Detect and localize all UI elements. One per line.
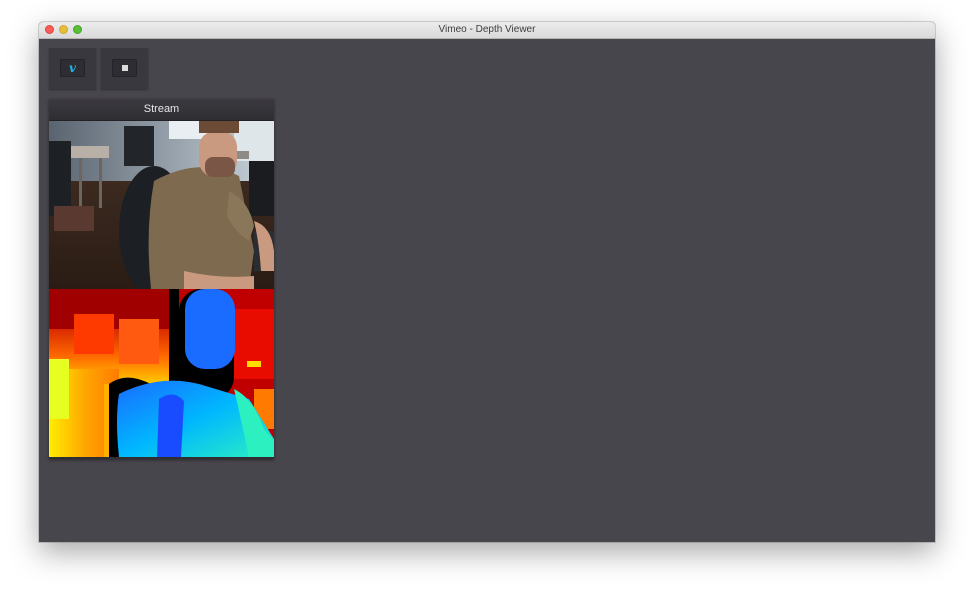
desktop: Vimeo - Depth Viewer v Stream	[0, 0, 974, 598]
app-window: Vimeo - Depth Viewer v Stream	[39, 22, 935, 542]
vimeo-button[interactable]: v	[60, 59, 85, 77]
stream-header: Stream	[49, 99, 274, 121]
stream-panel: Stream	[49, 99, 274, 459]
stop-button[interactable]	[112, 59, 137, 77]
toolbar-tile-stop	[101, 48, 148, 89]
depth-map-feed	[49, 289, 274, 457]
vimeo-logo-icon: v	[69, 61, 76, 75]
toolbar-tile-vimeo: v	[49, 48, 96, 89]
rgb-camera-feed	[49, 121, 274, 289]
rgb-camera-image	[49, 121, 274, 289]
stop-icon	[121, 65, 128, 71]
window-title: Vimeo - Depth Viewer	[438, 24, 536, 35]
title-bar[interactable]: Vimeo - Depth Viewer	[39, 22, 935, 39]
depth-map-image	[49, 289, 274, 457]
